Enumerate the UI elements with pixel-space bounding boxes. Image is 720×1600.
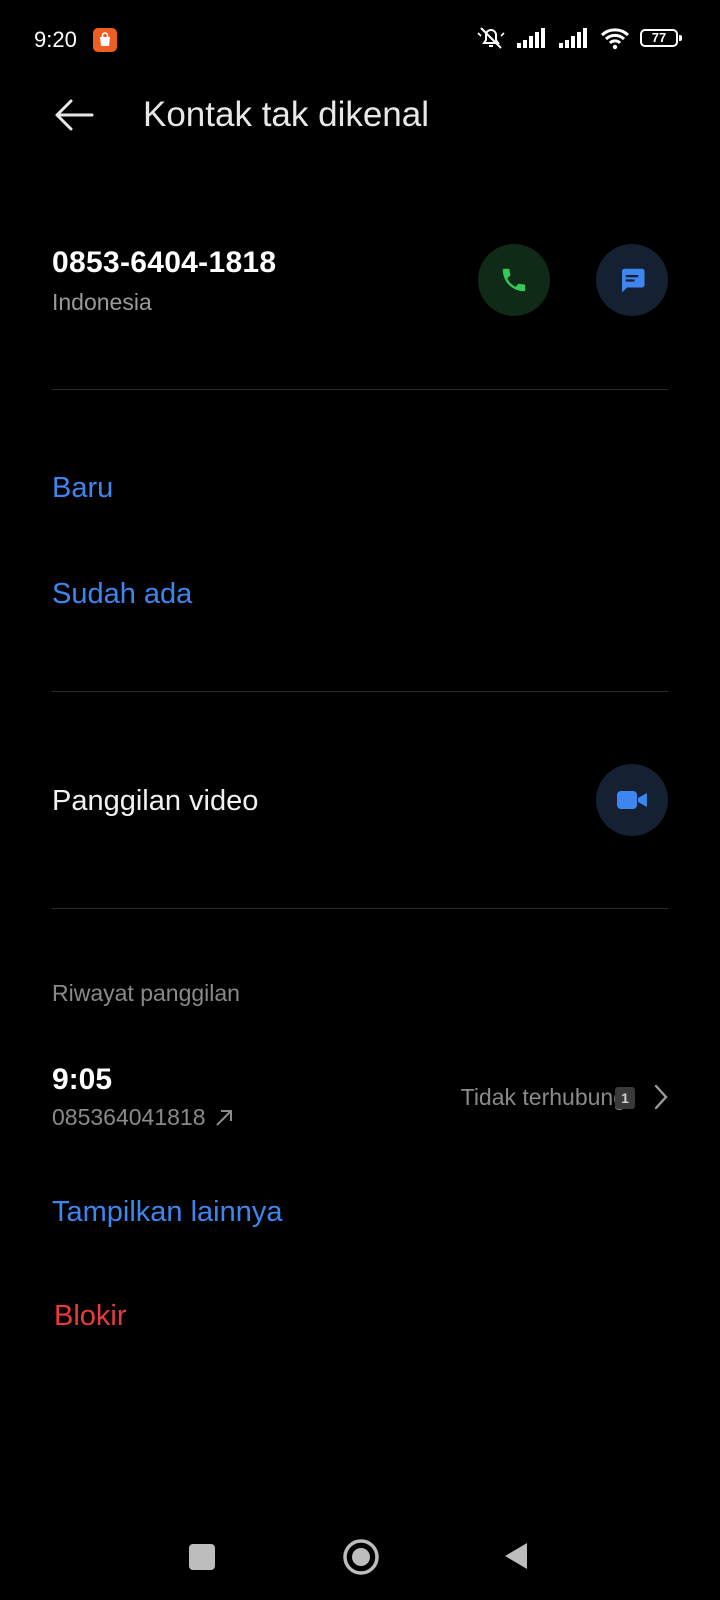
call-time: 9:05 — [52, 1063, 113, 1096]
new-contact-button[interactable]: Baru — [52, 472, 113, 505]
call-number-row: 085364041818 — [52, 1104, 234, 1131]
status-icons: 77 — [476, 25, 682, 51]
existing-contact-button[interactable]: Sudah ada — [52, 578, 192, 611]
wifi-icon — [600, 28, 630, 50]
video-camera-icon — [617, 791, 647, 809]
video-call-button[interactable] — [596, 764, 668, 836]
nav-back-icon[interactable] — [503, 1541, 529, 1571]
divider — [52, 389, 668, 390]
call-history-heading: Riwayat panggilan — [52, 980, 240, 1006]
page-title: Kontak tak dikenal — [143, 95, 430, 134]
call-count-badge: 1 — [615, 1087, 635, 1109]
outgoing-call-arrow-icon — [215, 1109, 232, 1126]
phone-country: Indonesia — [52, 289, 152, 315]
phone-icon — [502, 268, 526, 292]
message-button[interactable] — [596, 244, 668, 316]
block-button[interactable]: Blokir — [54, 1300, 127, 1333]
home-icon[interactable] — [342, 1538, 380, 1576]
chevron-right-icon[interactable] — [652, 1083, 670, 1111]
divider — [52, 908, 668, 909]
video-call-label: Panggilan video — [52, 785, 259, 817]
status-time: 9:20 — [34, 27, 77, 52]
shopee-notification-icon — [93, 28, 117, 52]
call-status: Tidak terhubung — [460, 1084, 626, 1110]
recent-apps-icon[interactable] — [189, 1544, 215, 1570]
divider — [52, 691, 668, 692]
call-button[interactable] — [478, 244, 550, 316]
battery-icon: 77 — [640, 29, 682, 47]
message-icon — [622, 268, 645, 293]
signal-icon — [517, 28, 545, 48]
show-more-button[interactable]: Tampilkan lainnya — [52, 1196, 283, 1229]
phone-number: 0853-6404-1818 — [52, 246, 277, 279]
back-arrow-icon[interactable] — [52, 95, 94, 135]
mute-icon — [477, 27, 505, 49]
signal-icon — [559, 28, 587, 48]
status-bar: 9:20 77 — [0, 0, 720, 80]
call-number: 085364041818 — [52, 1104, 206, 1130]
